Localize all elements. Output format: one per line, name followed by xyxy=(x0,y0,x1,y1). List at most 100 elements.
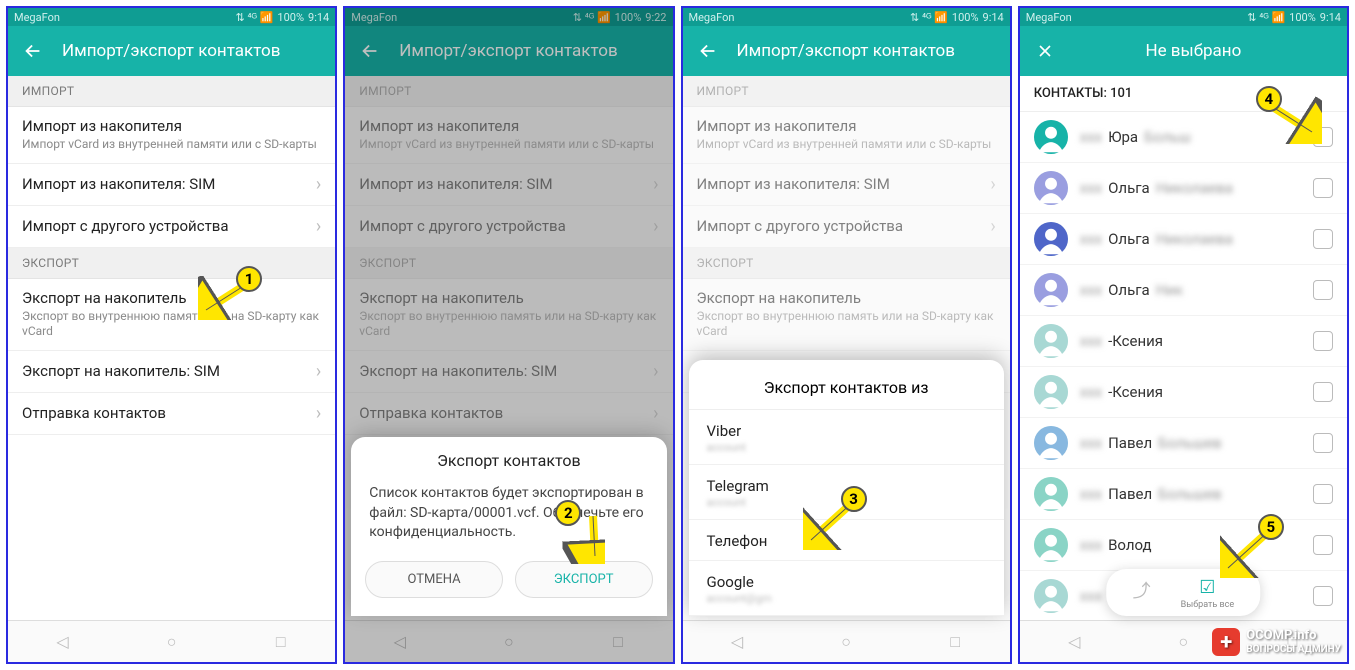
item-send-contacts[interactable]: Отправка контактов › xyxy=(8,393,335,435)
item-import-sim: Импорт из накопителя: SIM› xyxy=(683,164,1010,206)
item-title: Отправка контактов xyxy=(22,404,308,422)
nav-home-icon[interactable]: ○ xyxy=(1168,627,1198,657)
sheet-option-viber[interactable]: Viberaccount xyxy=(689,410,1004,465)
item-import-device[interactable]: Импорт с другого устройства › xyxy=(8,206,335,248)
network-icons: ⇅ ⁴ᴳ 📶 xyxy=(910,11,948,24)
sheet-option-phone[interactable]: Телефон xyxy=(689,520,1004,561)
contact-name: xxxОльгаНиколаева xyxy=(1080,179,1301,197)
contact-row[interactable]: xxxОльгаНик xyxy=(1020,265,1347,316)
avatar-icon xyxy=(1034,426,1068,460)
item-title: Импорт с другого устройства xyxy=(697,217,983,235)
sheet-title: Экспорт контактов из xyxy=(689,370,1004,410)
app-bar: Не выбрано xyxy=(1020,26,1347,76)
app-bar: Импорт/экспорт контактов xyxy=(683,26,1010,76)
nav-recent-icon[interactable]: □ xyxy=(940,627,970,657)
item-subtitle: Импорт vCard из внутренней памяти или с … xyxy=(22,137,321,153)
app-bar: Импорт/экспорт контактов xyxy=(8,26,335,76)
item-title: Экспорт на накопитель xyxy=(22,289,321,307)
item-title: Импорт с другого устройства xyxy=(22,217,308,235)
battery-label: 100% xyxy=(1289,11,1316,24)
watermark: + OCOMP.info ВОПРОСЫ АДМИНУ xyxy=(1212,628,1341,656)
export-dialog: Экспорт контактов Список контактов будет… xyxy=(351,437,666,616)
time-label: 9:14 xyxy=(983,11,1004,24)
item-export-storage[interactable]: Экспорт на накопитель Экспорт во внутрен… xyxy=(8,279,335,351)
phone-screen-3: MegaFon ⇅ ⁴ᴳ 📶100%9:14 Импорт/экспорт ко… xyxy=(681,6,1012,664)
back-icon[interactable] xyxy=(22,40,44,62)
android-nav-bar: ◁ ○ □ xyxy=(683,620,1010,662)
chevron-right-icon: › xyxy=(316,216,321,237)
item-title: Импорт из накопителя: SIM xyxy=(697,175,983,193)
contact-checkbox[interactable] xyxy=(1313,127,1333,147)
avatar-icon xyxy=(1034,375,1068,409)
option-label: Телефон xyxy=(707,532,986,550)
contact-row[interactable]: xxxПавелБольшев xyxy=(1020,418,1347,469)
contact-row[interactable]: xxxВолод xyxy=(1020,520,1347,571)
avatar-icon xyxy=(1034,273,1068,307)
item-export-sim[interactable]: Экспорт на накопитель: SIM › xyxy=(8,351,335,393)
back-icon[interactable] xyxy=(697,40,719,62)
item-title: Экспорт на накопитель xyxy=(697,289,996,307)
status-bar: MegaFon ⇅ ⁴ᴳ 📶 100% 9:14 xyxy=(8,8,335,26)
contact-list: xxxЮраБольш xxxОльгаНиколаева xxxОльгаНико… xyxy=(1020,112,1347,620)
nav-back-icon[interactable]: ◁ xyxy=(1059,627,1089,657)
item-export-storage: Экспорт на накопительЭкспорт во внутренн… xyxy=(683,279,1010,351)
contact-checkbox[interactable] xyxy=(1313,382,1333,402)
nav-home-icon[interactable]: ○ xyxy=(157,627,187,657)
page-title: Не выбрано xyxy=(1054,41,1333,61)
contact-checkbox[interactable] xyxy=(1313,229,1333,249)
battery-label: 100% xyxy=(952,11,979,24)
watermark-line2: ВОПРОСЫ АДМИНУ xyxy=(1246,644,1341,655)
phone-screen-1: MegaFon ⇅ ⁴ᴳ 📶 100% 9:14 Импорт/экспорт … xyxy=(6,6,337,664)
select-all-button[interactable]: ☑ Выбрать все xyxy=(1181,577,1234,610)
share-button[interactable]: ⤴ xyxy=(1133,577,1151,610)
nav-home-icon[interactable]: ○ xyxy=(831,627,861,657)
contact-row[interactable]: xxxПавелБольшев xyxy=(1020,469,1347,520)
close-icon[interactable] xyxy=(1034,40,1056,62)
chevron-right-icon: › xyxy=(316,361,321,382)
avatar-icon xyxy=(1034,477,1068,511)
chevron-right-icon: › xyxy=(316,174,321,195)
watermark-logo-icon: + xyxy=(1212,628,1240,656)
chevron-right-icon: › xyxy=(316,403,321,424)
contact-name: xxxОльгаНик xyxy=(1080,281,1301,299)
sheet-option-google[interactable]: Googleaccount@gm xyxy=(689,561,1004,616)
contact-name: xxxОльгаНиколаева xyxy=(1080,230,1301,248)
export-button[interactable]: ЭКСПОРТ xyxy=(515,561,653,598)
contact-checkbox[interactable] xyxy=(1313,433,1333,453)
section-import: ИМПОРТ xyxy=(8,76,335,107)
page-title: Импорт/экспорт контактов xyxy=(737,41,955,61)
nav-back-icon[interactable]: ◁ xyxy=(722,627,752,657)
nav-recent-icon[interactable]: □ xyxy=(266,627,296,657)
contact-checkbox[interactable] xyxy=(1313,280,1333,300)
cancel-button[interactable]: ОТМЕНА xyxy=(365,561,503,598)
contact-row[interactable]: xxxОльгаНиколаева xyxy=(1020,214,1347,265)
item-subtitle: Импорт vCard из внутренней памяти или с … xyxy=(697,137,996,153)
status-bar: MegaFon ⇅ ⁴ᴳ 📶100%9:14 xyxy=(683,8,1010,26)
contact-checkbox[interactable] xyxy=(1313,484,1333,504)
chevron-right-icon: › xyxy=(990,216,995,237)
contact-checkbox[interactable] xyxy=(1313,331,1333,351)
contact-name: xxxВолод xyxy=(1080,536,1301,554)
option-label: Viber xyxy=(707,422,986,440)
section-export: ЭКСПОРТ xyxy=(8,248,335,279)
item-title: Экспорт на накопитель: SIM xyxy=(22,362,308,380)
watermark-line1: OCOMP.info xyxy=(1246,629,1341,643)
content-area: КОНТАКТЫ: 101 xxxЮраБольшxxxОльгаНиколае… xyxy=(1020,76,1347,620)
item-import-sim[interactable]: Импорт из накопителя: SIM › xyxy=(8,164,335,206)
contact-name: xxxПавелБольшев xyxy=(1080,485,1301,503)
select-all-label: Выбрать все xyxy=(1181,600,1234,610)
sheet-option-telegram[interactable]: Telegramaccount xyxy=(689,465,1004,520)
contact-checkbox[interactable] xyxy=(1313,586,1333,606)
avatar-icon xyxy=(1034,222,1068,256)
contact-row[interactable]: xxx-Ксения xyxy=(1020,316,1347,367)
carrier-label: MegaFon xyxy=(1026,11,1072,24)
android-nav-bar: ◁ ○ □ xyxy=(8,620,335,662)
item-title: Импорт из накопителя: SIM xyxy=(22,175,308,193)
contact-row[interactable]: xxxЮраБольш xyxy=(1020,112,1347,163)
nav-back-icon[interactable]: ◁ xyxy=(48,627,78,657)
contact-checkbox[interactable] xyxy=(1313,178,1333,198)
contact-row[interactable]: xxxОльгаНиколаева xyxy=(1020,163,1347,214)
item-import-storage[interactable]: Импорт из накопителя Импорт vCard из вну… xyxy=(8,107,335,164)
contact-row[interactable]: xxx-Ксения xyxy=(1020,367,1347,418)
contact-checkbox[interactable] xyxy=(1313,535,1333,555)
